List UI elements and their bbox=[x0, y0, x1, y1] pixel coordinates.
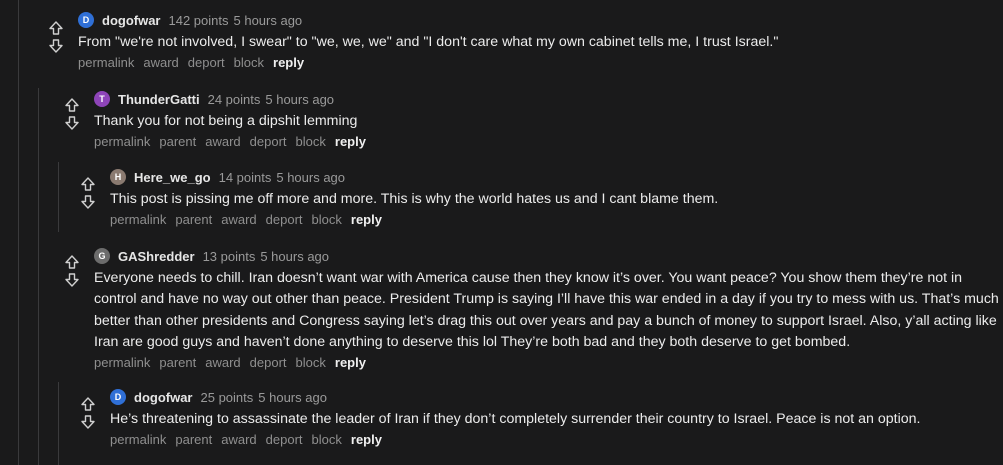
deport-link[interactable]: deport bbox=[250, 355, 287, 370]
upvote-arrow-icon[interactable] bbox=[64, 97, 80, 113]
deport-link[interactable]: deport bbox=[266, 212, 303, 227]
avatar[interactable]: H bbox=[110, 169, 126, 185]
comment: T ThunderGatti 24 points 5 hours ago Tha… bbox=[94, 90, 999, 149]
vote-controls bbox=[64, 97, 80, 131]
reply-link[interactable]: reply bbox=[273, 55, 304, 70]
comment-thread: D dogofwar 142 points 5 hours ago From "… bbox=[0, 0, 1003, 465]
comment-header: D dogofwar 25 points 5 hours ago bbox=[110, 388, 1000, 406]
deport-link[interactable]: deport bbox=[188, 55, 225, 70]
comment-header: H Here_we_go 14 points 5 hours ago bbox=[110, 168, 1000, 186]
parent-link[interactable]: parent bbox=[175, 212, 212, 227]
comment: D dogofwar 142 points 5 hours ago From "… bbox=[78, 11, 998, 70]
award-link[interactable]: award bbox=[205, 134, 240, 149]
avatar[interactable]: G bbox=[94, 248, 110, 264]
comment-body: This post is pissing me off more and mor… bbox=[110, 191, 719, 207]
vote-controls bbox=[48, 20, 64, 54]
author-link[interactable]: dogofwar bbox=[102, 13, 161, 28]
upvote-arrow-icon[interactable] bbox=[80, 396, 96, 412]
author-link[interactable]: Here_we_go bbox=[134, 170, 211, 185]
award-link[interactable]: award bbox=[221, 212, 256, 227]
author-link[interactable]: ThunderGatti bbox=[118, 92, 200, 107]
comment-actions: permalink parent award deport block repl… bbox=[110, 432, 1000, 447]
downvote-arrow-icon[interactable] bbox=[80, 414, 96, 430]
points: 142 points bbox=[168, 12, 229, 28]
downvote-arrow-icon[interactable] bbox=[64, 272, 80, 288]
parent-link[interactable]: parent bbox=[159, 355, 196, 370]
thread-line bbox=[18, 0, 19, 465]
comment-header: G GAShredder 13 points 5 hours ago bbox=[94, 247, 1000, 265]
author-link[interactable]: dogofwar bbox=[134, 390, 193, 405]
comment-header: D dogofwar 142 points 5 hours ago bbox=[78, 11, 998, 29]
points: 24 points bbox=[207, 91, 261, 107]
comment-actions: permalink parent award deport block repl… bbox=[94, 134, 999, 149]
comment: H Here_we_go 14 points 5 hours ago This … bbox=[110, 168, 1000, 227]
deport-link[interactable]: deport bbox=[266, 432, 303, 447]
parent-link[interactable]: parent bbox=[159, 134, 196, 149]
permalink-link[interactable]: permalink bbox=[110, 212, 166, 227]
points: 25 points bbox=[200, 389, 254, 405]
upvote-arrow-icon[interactable] bbox=[64, 254, 80, 270]
reply-link[interactable]: reply bbox=[351, 212, 382, 227]
deport-link[interactable]: deport bbox=[250, 134, 287, 149]
reply-link[interactable]: reply bbox=[335, 355, 366, 370]
vote-controls bbox=[80, 396, 96, 430]
permalink-link[interactable]: permalink bbox=[78, 55, 134, 70]
block-link[interactable]: block bbox=[312, 212, 342, 227]
reply-link[interactable]: reply bbox=[335, 134, 366, 149]
permalink-link[interactable]: permalink bbox=[110, 432, 166, 447]
comment-actions: permalink award deport block reply bbox=[78, 55, 998, 70]
avatar[interactable]: D bbox=[110, 389, 126, 405]
timestamp: 5 hours ago bbox=[260, 248, 330, 264]
comment: D dogofwar 25 points 5 hours ago He’s th… bbox=[110, 388, 1000, 447]
award-link[interactable]: award bbox=[143, 55, 178, 70]
vote-controls bbox=[64, 254, 80, 288]
block-link[interactable]: block bbox=[234, 55, 264, 70]
permalink-link[interactable]: permalink bbox=[94, 355, 150, 370]
timestamp: 5 hours ago bbox=[265, 91, 335, 107]
timestamp: 5 hours ago bbox=[233, 12, 303, 28]
block-link[interactable]: block bbox=[296, 355, 326, 370]
downvote-arrow-icon[interactable] bbox=[64, 115, 80, 131]
thread-line bbox=[38, 88, 39, 465]
avatar[interactable]: T bbox=[94, 91, 110, 107]
comment: G GAShredder 13 points 5 hours ago Every… bbox=[94, 247, 1000, 370]
reply-link[interactable]: reply bbox=[351, 432, 382, 447]
downvote-arrow-icon[interactable] bbox=[48, 38, 64, 54]
parent-link[interactable]: parent bbox=[175, 432, 212, 447]
block-link[interactable]: block bbox=[296, 134, 326, 149]
award-link[interactable]: award bbox=[205, 355, 240, 370]
thread-line bbox=[58, 382, 59, 465]
comment-actions: permalink parent award deport block repl… bbox=[110, 212, 1000, 227]
comment-header: T ThunderGatti 24 points 5 hours ago bbox=[94, 90, 999, 108]
timestamp: 5 hours ago bbox=[276, 169, 346, 185]
timestamp: 5 hours ago bbox=[258, 389, 327, 405]
upvote-arrow-icon[interactable] bbox=[80, 176, 96, 192]
thread-line bbox=[58, 162, 59, 232]
points: 14 points bbox=[218, 169, 272, 185]
points: 13 points bbox=[202, 248, 256, 264]
comment-body: Everyone needs to chill. Iran doesn’t wa… bbox=[94, 270, 999, 350]
upvote-arrow-icon[interactable] bbox=[48, 20, 64, 36]
permalink-link[interactable]: permalink bbox=[94, 134, 150, 149]
comment-actions: permalink parent award deport block repl… bbox=[94, 355, 1000, 370]
downvote-arrow-icon[interactable] bbox=[80, 194, 96, 210]
comment-body: He’s threatening to assassinate the lead… bbox=[110, 411, 921, 427]
block-link[interactable]: block bbox=[312, 432, 342, 447]
author-link[interactable]: GAShredder bbox=[118, 249, 195, 264]
comment-body: From "we're not involved, I swear" to "w… bbox=[78, 34, 779, 50]
vote-controls bbox=[80, 176, 96, 210]
award-link[interactable]: award bbox=[221, 432, 256, 447]
comment-body: Thank you for not being a dipshit lemmin… bbox=[94, 113, 358, 129]
avatar[interactable]: D bbox=[78, 12, 94, 28]
